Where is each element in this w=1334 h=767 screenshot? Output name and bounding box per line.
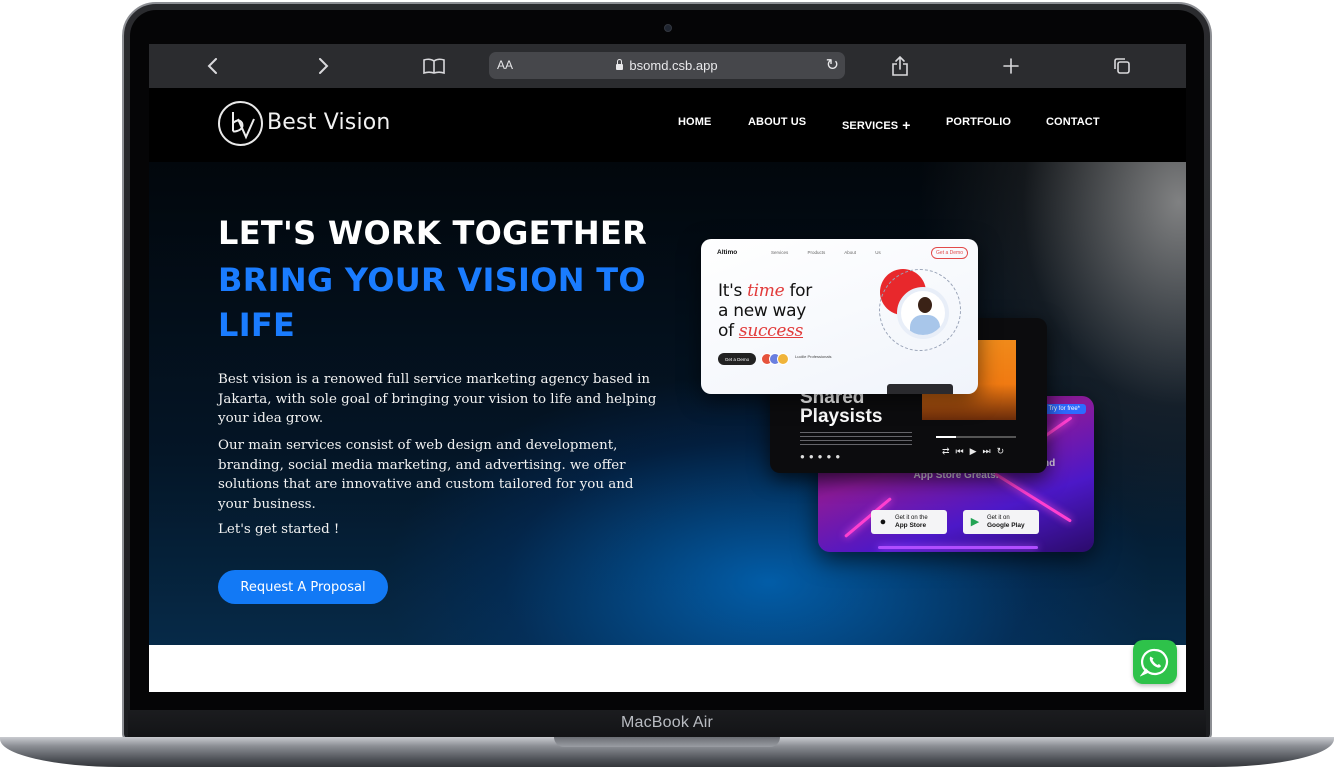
mockup-dark-block	[887, 384, 953, 394]
browser-toolbar: AA bsomd.csb.app ↻	[149, 44, 1186, 88]
back-icon[interactable]	[202, 55, 224, 77]
mockup-nav: Services Products About Us	[771, 250, 881, 255]
googleplay-small: Get it on	[987, 514, 1010, 521]
appstore-small: Get it on the	[895, 514, 928, 521]
address-bar[interactable]: AA bsomd.csb.app ↻	[489, 52, 845, 79]
lock-icon	[616, 59, 624, 70]
new-tab-icon[interactable]	[1000, 55, 1022, 77]
next-section	[149, 645, 1186, 692]
app-store-badge: ● Get it on the App Store	[871, 510, 947, 534]
macbook-mockup: AA bsomd.csb.app ↻ Best Vision HOME ABOU…	[0, 0, 1334, 767]
reload-icon[interactable]: ↻	[826, 55, 839, 75]
nav-services-label: SERVICES	[842, 120, 899, 132]
nav-services[interactable]: SERVICES +	[842, 116, 911, 133]
hero-paragraph-3: Let's get started !	[218, 522, 340, 537]
hero-subheadline: BRING YOUR VISION TO LIFE	[218, 261, 646, 344]
plus-icon: +	[902, 117, 911, 133]
nav-contact[interactable]: CONTACT	[1046, 116, 1100, 128]
mockup-button: Get a Demo	[718, 353, 756, 365]
request-proposal-button[interactable]: Request A Proposal	[218, 570, 388, 604]
bookmarks-icon[interactable]	[423, 55, 445, 77]
hero-headline: LET'S WORK TOGETHER	[218, 214, 648, 252]
nav-about[interactable]: ABOUT US	[748, 116, 806, 128]
tabs-icon[interactable]	[1111, 55, 1133, 77]
camera-icon	[664, 24, 672, 32]
apple-icon: ●	[879, 516, 887, 528]
appstore-big: App Store	[895, 521, 927, 529]
mockup-portrait	[897, 287, 949, 339]
laptop-notch	[554, 737, 780, 747]
share-icon[interactable]	[889, 55, 911, 77]
forward-icon[interactable]	[312, 55, 334, 77]
whatsapp-icon[interactable]	[1133, 640, 1177, 684]
hero-paragraph-2: Our main services consist of web design …	[218, 438, 634, 512]
mockup-small-text: Lucille Professionals	[795, 354, 832, 359]
music-description	[800, 432, 912, 448]
browser-screen: AA bsomd.csb.app ↻ Best Vision HOME ABOU…	[149, 44, 1186, 692]
nav-portfolio[interactable]: PORTFOLIO	[946, 116, 1011, 128]
hero-paragraph-1: Best vision is a renowed full service ma…	[218, 372, 657, 427]
music-app-icons: ●●●●●	[800, 452, 845, 461]
player-controls-icon: ⇄⏮▶⏭↻	[942, 446, 1011, 456]
mockup-top-cta: Get a Demo	[931, 247, 968, 259]
googleplay-big: Google Play	[987, 521, 1025, 529]
mockup-logo: Altimo	[717, 249, 738, 256]
try-free-button: Try for free*	[1042, 404, 1086, 414]
device-label: MacBook Air	[620, 714, 713, 731]
hero-section: LET'S WORK TOGETHER BRING YOUR VISION TO…	[149, 162, 1186, 645]
mockup-avatars	[761, 353, 793, 365]
url-text[interactable]: bsomd.csb.app	[629, 58, 717, 73]
neon-line	[878, 546, 1038, 549]
progress-track	[936, 436, 1016, 438]
google-play-badge: ▶ Get it on Google Play	[963, 510, 1039, 534]
nav-home[interactable]: HOME	[678, 116, 711, 128]
brand-logo-icon[interactable]	[218, 101, 263, 146]
music-player: ⇄⏮▶⏭↻	[936, 430, 1016, 462]
brand-name[interactable]: Best Vision	[267, 110, 391, 135]
mockup-headline: It's time for a new way of success	[718, 281, 812, 341]
site-header: Best Vision HOME ABOUT US SERVICES + PORT…	[149, 88, 1186, 162]
play-icon: ▶	[970, 516, 980, 528]
website-mockup: Altimo Services Products About Us Get a …	[701, 239, 978, 394]
